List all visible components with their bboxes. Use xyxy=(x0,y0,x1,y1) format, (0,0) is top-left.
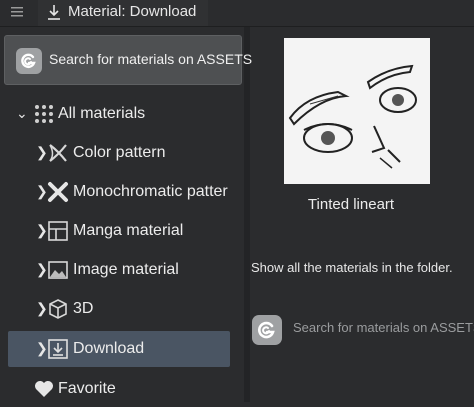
menu-icon[interactable] xyxy=(10,5,24,19)
chevron-right-icon[interactable]: ❯ xyxy=(36,183,48,200)
window-title: Material: Download xyxy=(68,3,197,20)
manga-material-icon xyxy=(48,221,68,241)
cube-icon xyxy=(49,299,67,319)
tree-item-monochromatic-pattern[interactable]: ❯ Monochromatic patter xyxy=(0,174,244,210)
thumbnail-caption: Tinted lineart xyxy=(307,196,395,213)
title-bar: Material: Download xyxy=(0,0,474,27)
search-assets-label: Search for materials on ASSETS xyxy=(49,51,253,67)
tree-item-image-material[interactable]: ❯ Image material xyxy=(0,252,244,288)
tree-item-manga-material[interactable]: ❯ Manga material xyxy=(0,213,244,249)
grid-icon xyxy=(35,105,53,123)
tree-item-label: Image material xyxy=(73,261,179,278)
tree-item-label: Color pattern xyxy=(73,144,166,161)
tree-item-label: Download xyxy=(73,340,145,357)
folder-info-text: Show all the materials in the folder. xyxy=(251,260,453,275)
tree-item-color-pattern[interactable]: ❯ Color pattern xyxy=(0,135,244,171)
tree-item-all-materials[interactable]: ⌄ All materials xyxy=(0,96,244,132)
chevron-right-icon[interactable]: ❯ xyxy=(36,222,48,239)
monochromatic-pattern-icon xyxy=(48,182,68,202)
chevron-right-icon[interactable]: ❯ xyxy=(36,340,48,357)
search-assets-link[interactable]: Search for materials on ASSETS xyxy=(293,320,474,335)
tree-item-label: Favorite xyxy=(58,380,116,397)
download-icon xyxy=(48,5,60,20)
material-thumbnail[interactable] xyxy=(284,38,430,184)
tree-item-label: All materials xyxy=(58,105,146,122)
heart-icon xyxy=(35,381,53,397)
tree-item-3d[interactable]: ❯ 3D xyxy=(0,291,244,327)
tree-item-label: 3D xyxy=(73,300,94,317)
download-icon xyxy=(48,339,68,359)
chevron-right-icon[interactable]: ❯ xyxy=(36,144,48,161)
assets-logo-icon[interactable] xyxy=(252,315,282,345)
tree-item-download[interactable]: ❯ Download xyxy=(8,331,230,367)
chevron-right-icon[interactable]: ❯ xyxy=(36,261,48,278)
image-material-icon xyxy=(48,261,68,279)
color-pattern-icon xyxy=(49,144,67,162)
search-assets-button[interactable]: Search for materials on ASSETS xyxy=(4,35,252,85)
chevron-right-icon[interactable]: ❯ xyxy=(36,300,48,317)
assets-logo-icon xyxy=(16,48,42,74)
lineart-image xyxy=(288,64,417,169)
chevron-down-icon[interactable]: ⌄ xyxy=(16,105,28,122)
tree-item-label: Manga material xyxy=(73,222,184,239)
tree-item-label: Monochromatic patter xyxy=(73,183,228,200)
